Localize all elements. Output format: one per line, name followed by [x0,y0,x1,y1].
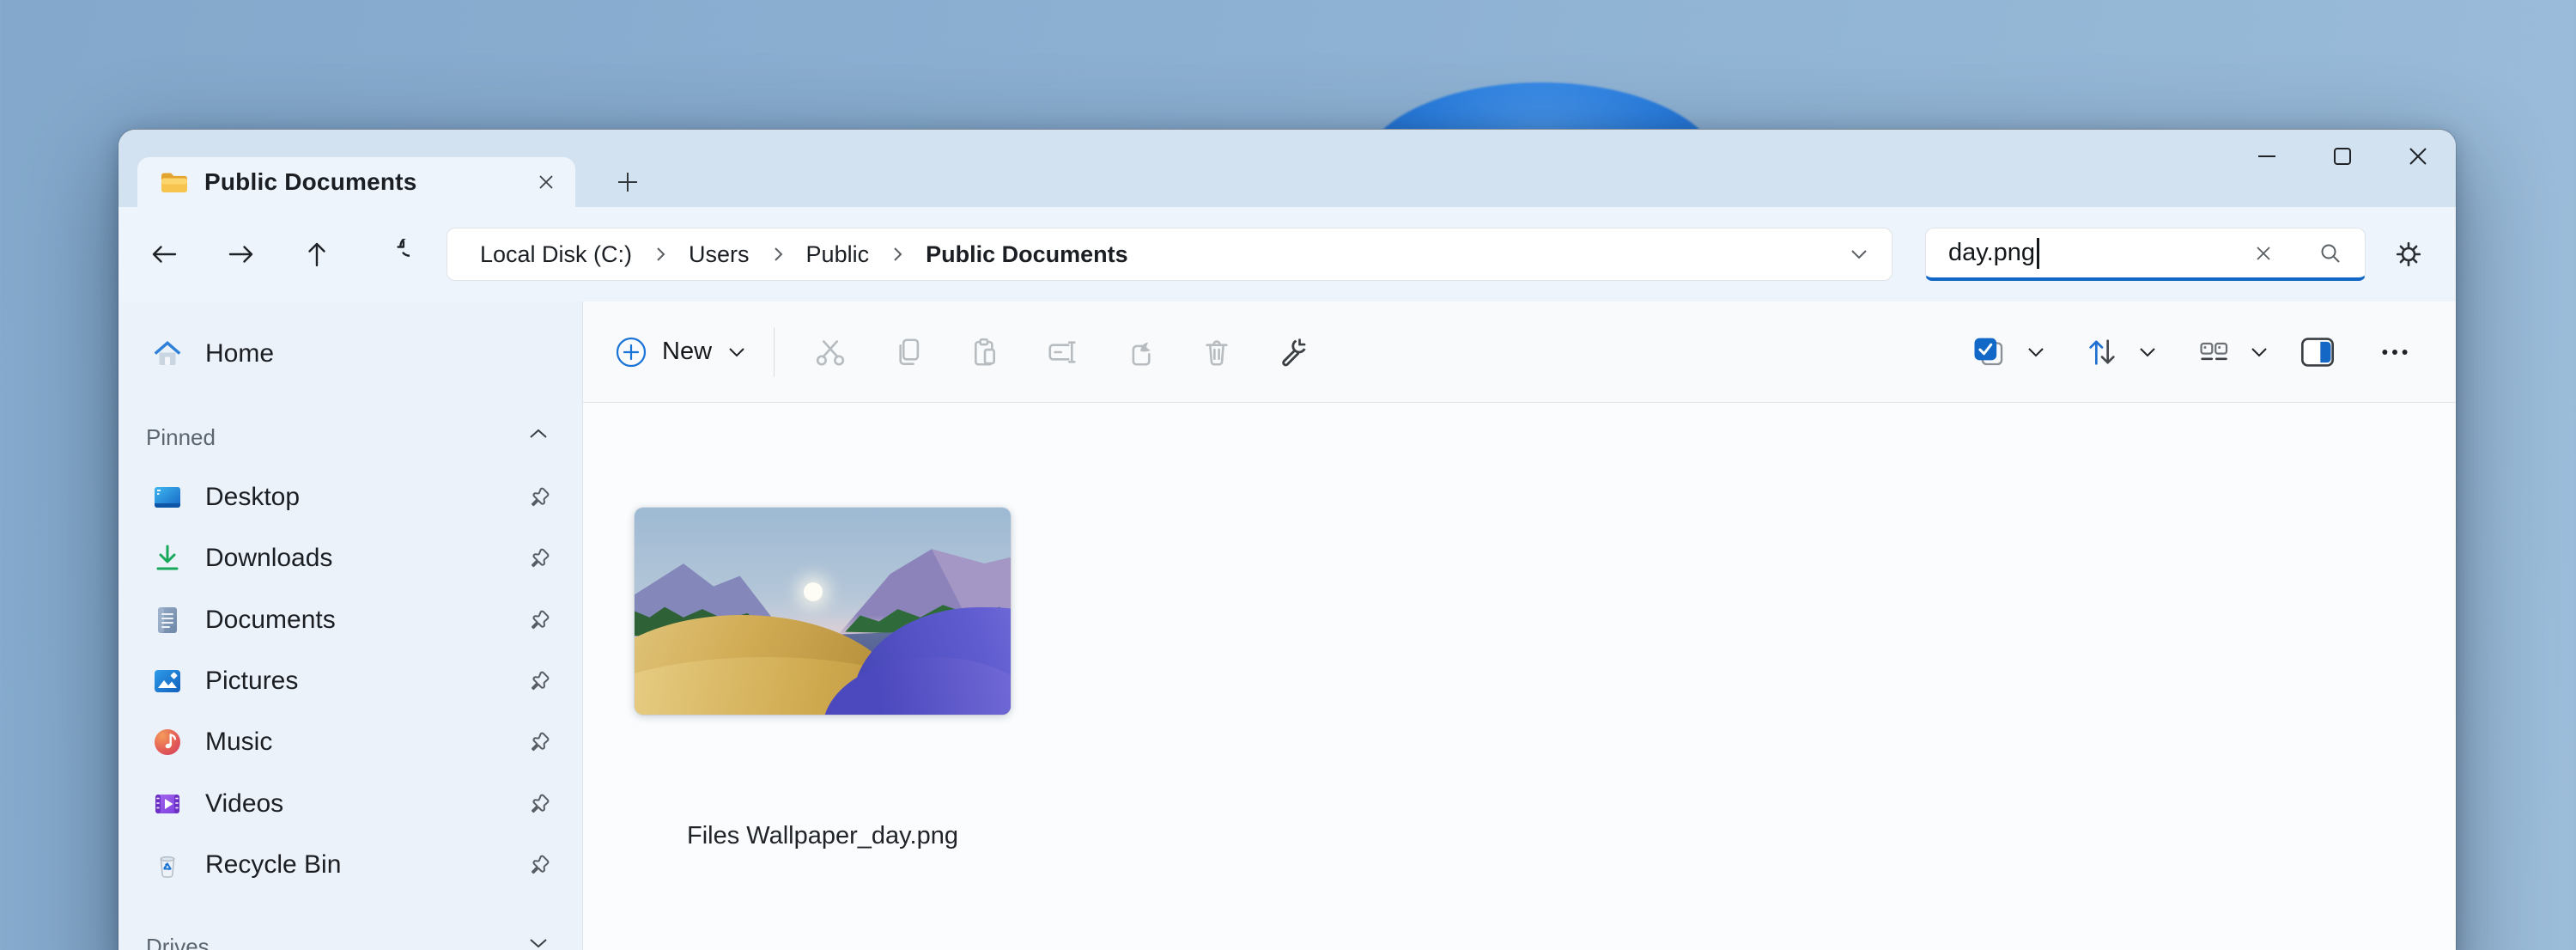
desktop-icon [151,481,184,514]
music-icon [151,726,184,758]
new-tab-button[interactable] [606,161,649,204]
sidebar-item-videos[interactable]: Videos [125,778,575,830]
breadcrumb-chevron-icon[interactable] [649,245,671,264]
downloads-icon [151,542,184,575]
toolbar-separator [774,327,775,377]
breadcrumb-item-users[interactable]: Users [678,238,760,271]
sidebar-item-label: Desktop [205,483,300,512]
minimize-button[interactable] [2229,130,2305,183]
chevron-down-icon [2250,346,2269,358]
breadcrumb-chevron-icon[interactable] [767,245,789,264]
plus-circle-icon [614,335,648,369]
chevron-down-icon[interactable] [527,935,550,950]
chevron-down-icon [727,346,746,358]
tab-close-button[interactable] [529,165,563,199]
sidebar-item-label: Home [205,339,274,368]
search-clear-icon[interactable] [2245,234,2282,272]
text-caret [2037,238,2039,269]
pin-icon[interactable] [527,485,551,509]
more-options-button[interactable] [2367,324,2422,381]
file-item[interactable]: Files Wallpaper_day.png [621,508,1024,850]
breadcrumb-chevron-icon[interactable] [886,245,908,264]
file-name: Files Wallpaper_day.png [621,822,1024,850]
chevron-down-icon [2026,346,2045,358]
view-controls [1942,301,2433,403]
sidebar-item-music[interactable]: Music [125,716,575,768]
documents-icon [151,604,184,636]
select-all-button[interactable] [1961,324,2056,381]
window-body: Home Pinned Deskto [118,301,2456,950]
videos-icon [151,788,184,820]
sidebar-section-drives[interactable]: Drives [125,925,575,950]
sidebar-item-recycle-bin[interactable]: Recycle Bin [125,839,575,891]
cut-button[interactable] [803,324,858,381]
sidebar-item-label: Pictures [205,667,298,696]
chevron-down-icon [2138,346,2157,358]
navigation-bar: Local Disk (C:) Users Public Public Docu… [118,207,2456,301]
breadcrumb: Local Disk (C:) Users Public Public Docu… [470,238,1139,271]
folder-icon [160,170,189,194]
tab-title: Public Documents [204,168,416,196]
right-pane: New [583,301,2456,950]
paste-button[interactable] [957,324,1012,381]
home-icon [151,338,184,370]
file-thumbnail [635,508,1011,715]
window-controls [2229,130,2456,183]
new-button-label: New [662,338,712,366]
titlebar[interactable]: Public Documents [118,130,2456,207]
recycle-bin-icon [151,849,184,881]
new-button[interactable]: New [605,324,762,381]
back-button[interactable] [140,230,188,278]
pictures-icon [151,665,184,697]
pin-icon[interactable] [527,853,551,877]
pin-icon[interactable] [527,608,551,632]
delete-button[interactable] [1189,324,1244,381]
desktop: { "titlebar": { "tab_title": "Public Doc… [0,0,2576,950]
chevron-up-icon[interactable] [527,426,550,442]
close-button[interactable] [2380,130,2456,183]
sidebar-section-pinned[interactable]: Pinned [125,416,575,460]
details-pane-button[interactable] [2290,324,2345,381]
view-layout-button[interactable] [2186,324,2279,381]
copy-button[interactable] [880,324,935,381]
sidebar-item-desktop[interactable]: Desktop [125,472,575,523]
search-icon[interactable] [2312,234,2349,272]
sidebar-item-label: Music [205,728,272,757]
up-button[interactable] [293,230,341,278]
tab-public-documents[interactable]: Public Documents [137,157,575,207]
sidebar-item-home[interactable]: Home [125,328,575,380]
breadcrumb-item-current[interactable]: Public Documents [915,238,1139,271]
maximize-button[interactable] [2305,130,2380,183]
file-list-area[interactable]: Files Wallpaper_day.png [583,403,2456,950]
address-dropdown-chevron-icon[interactable] [1840,236,1878,274]
forward-button[interactable] [217,230,265,278]
sidebar-item-label: Videos [205,789,283,819]
drives-section-label: Drives [146,934,210,950]
file-explorer-window: Public Documents [118,129,2456,950]
pin-icon[interactable] [527,546,551,570]
pin-icon[interactable] [527,669,551,693]
command-bar: New [583,301,2456,403]
breadcrumb-item-public[interactable]: Public [796,238,880,271]
sidebar-item-downloads[interactable]: Downloads [125,533,575,584]
search-query-text: day.png [1948,239,2035,267]
sidebar-item-label: Recycle Bin [205,850,341,880]
sort-button[interactable] [2075,324,2167,381]
refresh-button[interactable] [370,230,418,278]
sidebar-item-documents[interactable]: Documents [125,594,575,646]
pinned-section-label: Pinned [146,424,216,451]
settings-gear-icon[interactable] [2382,228,2435,281]
sidebar-item-label: Documents [205,606,336,635]
sidebar: Home Pinned Deskto [118,301,583,950]
breadcrumb-item-drive[interactable]: Local Disk (C:) [470,238,642,271]
pin-icon[interactable] [527,792,551,816]
search-input[interactable]: day.png [1925,228,2366,281]
share-button[interactable] [1112,324,1167,381]
tools-wrench-button[interactable] [1267,324,1321,381]
sidebar-item-label: Downloads [205,544,332,573]
sidebar-item-pictures[interactable]: Pictures [125,655,575,707]
address-bar[interactable]: Local Disk (C:) Users Public Public Docu… [447,228,1893,281]
rename-button[interactable] [1035,324,1090,381]
pin-icon[interactable] [527,730,551,754]
